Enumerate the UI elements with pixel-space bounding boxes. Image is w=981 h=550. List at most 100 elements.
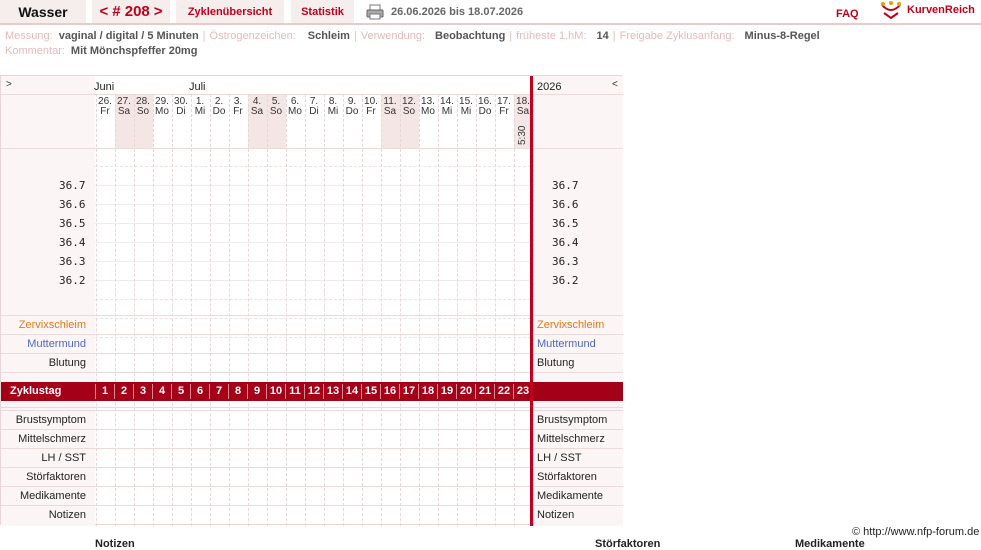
day-column-line xyxy=(286,94,287,526)
day-column-line xyxy=(533,94,534,526)
row-label: Muttermund xyxy=(27,338,86,350)
day-column-line xyxy=(248,94,249,526)
temperature-gridline xyxy=(95,223,531,224)
day-column-line xyxy=(457,94,458,526)
cycle-day-number: 12 xyxy=(307,385,321,397)
day-column-line xyxy=(343,94,344,526)
date-range: 26.06.2026 bis 18.07.2026 xyxy=(391,6,524,18)
prev-cycle-button[interactable]: < xyxy=(99,3,108,20)
day-name: Fr xyxy=(366,106,376,117)
row-label: Notizen xyxy=(48,509,86,521)
day-column-line xyxy=(324,94,325,526)
day-name: Sa xyxy=(250,106,264,117)
day-name: Di xyxy=(309,106,319,117)
day-name: Mi xyxy=(441,106,453,117)
row-label: LH / SST xyxy=(537,452,582,464)
cycle-overview-button[interactable]: Zyklenübersicht xyxy=(176,0,284,23)
cycle-day-number: 2 xyxy=(120,385,128,397)
separator: | xyxy=(353,30,357,42)
row-label: Notizen xyxy=(537,509,575,521)
temperature-label: 36.2 xyxy=(59,274,86,287)
cycle-day-number: 21 xyxy=(478,385,492,397)
day-name: Mi xyxy=(327,106,339,117)
day-column-line xyxy=(419,94,420,526)
cycle-day-number: 5 xyxy=(177,385,185,397)
month-label: Juli xyxy=(189,81,206,93)
header-divider xyxy=(0,23,981,25)
current-day-marker xyxy=(530,76,533,526)
logo-text[interactable]: KurvenReich xyxy=(907,4,975,16)
temperature-gridline xyxy=(95,204,531,205)
day-name: Do xyxy=(212,106,226,117)
next-cycle-button[interactable]: > xyxy=(154,3,163,20)
temperature-gridline-minor xyxy=(95,299,531,300)
messung-value: vaginal / digital / 5 Minuten xyxy=(58,30,199,42)
day-name: So xyxy=(269,106,283,117)
statistics-button[interactable]: Statistik xyxy=(291,0,354,23)
cycle-day-number: 8 xyxy=(234,385,242,397)
verwendung-value: Beobachtung xyxy=(435,30,506,42)
curve-logo-icon[interactable] xyxy=(880,1,902,19)
cycle-day-number: 15 xyxy=(364,385,378,397)
day-column-line xyxy=(267,94,268,526)
cycle-day-number: 20 xyxy=(459,385,473,397)
measure-time: 5:30 xyxy=(517,125,528,145)
chart-scroll-left-button[interactable]: > xyxy=(6,79,12,90)
temperature-gridline-minor xyxy=(95,318,531,319)
day-column-line xyxy=(438,94,439,526)
day-column-line xyxy=(191,94,192,526)
row-label: Medikamente xyxy=(19,490,86,502)
row-label: Blutung xyxy=(48,357,86,369)
messung-label: Messung: xyxy=(5,30,53,42)
printer-icon[interactable] xyxy=(366,4,384,20)
frueheste-value: 14 xyxy=(596,30,609,42)
cycle-day-number: 16 xyxy=(383,385,397,397)
day-name: Di xyxy=(176,106,186,117)
row-label: Blutung xyxy=(537,357,575,369)
day-column-line xyxy=(476,94,477,526)
temperature-label: 36.4 xyxy=(552,236,579,249)
day-column-line xyxy=(305,94,306,526)
cycle-day-number: 17 xyxy=(402,385,416,397)
header: Wasser < # 208 > Zyklenübersicht Statist… xyxy=(0,0,981,26)
cycle-navigation: < # 208 > xyxy=(92,0,170,23)
temperature-label: 36.3 xyxy=(59,255,86,268)
row-label: Brustsymptom xyxy=(15,414,86,426)
day-column-line xyxy=(514,94,515,526)
oestrogen-label: Östrogenzeichen: xyxy=(209,30,296,42)
temperature-gridline-minor xyxy=(95,166,531,167)
temperature-label: 36.6 xyxy=(59,198,86,211)
day-name: Sa xyxy=(383,106,397,117)
temperature-label: 36.7 xyxy=(59,179,86,192)
month-label: Juni xyxy=(94,81,115,93)
cycle-day-number: 4 xyxy=(158,385,166,397)
row-label: Zervixschleim xyxy=(537,319,605,331)
cycle-chart: > < Juni Juli 2026 26. Fr 27. Sa 28. So 29. Mo 30… xyxy=(0,75,623,526)
day-column-line xyxy=(153,94,154,526)
row-label: Zervixschleim xyxy=(18,319,86,331)
day-name: Do xyxy=(478,106,492,117)
day-column-line xyxy=(210,94,211,526)
cycle-day-number: 18 xyxy=(421,385,435,397)
temperature-gridline xyxy=(95,242,531,243)
cycle-day-number: 1 xyxy=(101,385,109,397)
kommentar-label: Kommentar: xyxy=(5,45,65,57)
day-name: Mo xyxy=(421,106,435,117)
row-label: Störfaktoren xyxy=(537,471,597,483)
day-column-line xyxy=(381,94,382,526)
separator: | xyxy=(612,30,616,42)
day-name: So xyxy=(136,106,150,117)
footer-stoerfaktoren: Störfaktoren xyxy=(595,538,661,550)
temperature-label: 36.2 xyxy=(552,274,579,287)
faq-link[interactable]: FAQ xyxy=(836,8,859,20)
row-label: LH / SST xyxy=(41,452,86,464)
chart-scroll-right-button[interactable]: < xyxy=(612,79,618,90)
day-column-line xyxy=(400,94,401,526)
freigabe-value: Minus-8-Regel xyxy=(744,30,820,42)
temperature-gridline xyxy=(95,280,531,281)
temperature-label: 36.3 xyxy=(552,255,579,268)
cycle-day-number: 10 xyxy=(269,385,283,397)
copyright[interactable]: © http://www.nfp-forum.de xyxy=(852,526,979,538)
verwendung-label: Verwendung: xyxy=(360,30,426,42)
cycle-day-number: 9 xyxy=(253,385,261,397)
